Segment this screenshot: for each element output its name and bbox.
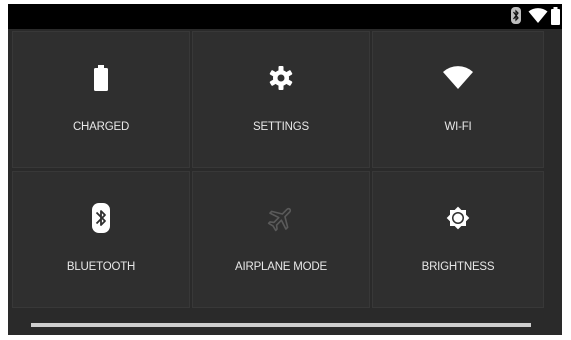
tile-settings[interactable]: SETTINGS [192, 31, 370, 168]
battery-icon [551, 7, 560, 30]
device-screen: CHARGED SETTINGS WI-FI BLUETOOTH AIRPLAN… [8, 4, 562, 335]
tile-bluetooth[interactable]: BLUETOOTH [12, 171, 190, 308]
tile-label: AIRPLANE MODE [235, 261, 327, 273]
brightness-slider[interactable] [31, 323, 531, 327]
bluetooth-icon [511, 7, 521, 29]
quick-settings-panel: CHARGED SETTINGS WI-FI BLUETOOTH AIRPLAN… [8, 29, 562, 335]
tile-brightness[interactable]: BRIGHTNESS [372, 171, 544, 308]
battery-icon [12, 63, 190, 93]
bluetooth-icon [12, 203, 190, 233]
gear-icon [192, 63, 370, 93]
tile-wifi[interactable]: WI-FI [372, 31, 544, 168]
tile-label: BRIGHTNESS [421, 261, 495, 273]
tile-label: CHARGED [72, 121, 130, 133]
tile-charged[interactable]: CHARGED [12, 31, 190, 168]
airplane-icon [192, 203, 370, 233]
status-bar [8, 4, 562, 29]
tile-label: SETTINGS [253, 121, 309, 133]
brightness-icon [372, 203, 544, 233]
tile-label: BLUETOOTH [66, 261, 136, 273]
wifi-icon [372, 63, 544, 93]
wifi-icon [528, 7, 548, 29]
tile-label: WI-FI [444, 121, 472, 133]
tile-airplane-mode[interactable]: AIRPLANE MODE [192, 171, 370, 308]
